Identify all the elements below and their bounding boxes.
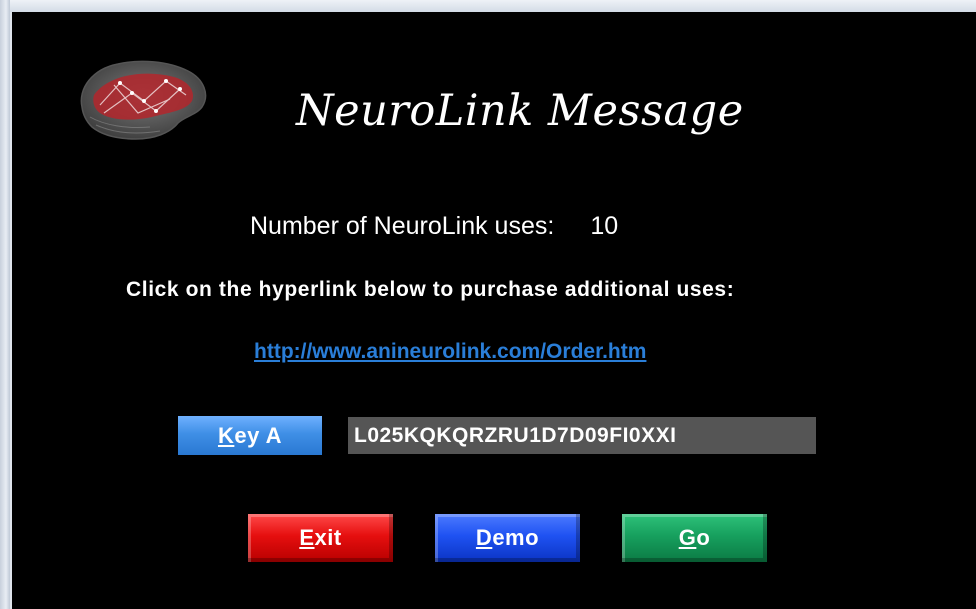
uses-label: Number of NeuroLink uses: <box>250 212 555 240</box>
go-hotkey: G <box>678 525 697 550</box>
key-a-field[interactable] <box>348 417 816 454</box>
uses-count-row: Number of NeuroLink uses: 10 <box>250 212 618 241</box>
neurolink-message-dialog: NeuroLink Message Number of NeuroLink us… <box>12 12 976 609</box>
brain-icon <box>80 60 207 140</box>
key-a-hotkey: K <box>217 423 235 448</box>
key-a-button[interactable]: Key A <box>178 416 322 455</box>
exit-button[interactable]: Exit <box>248 514 393 562</box>
window-top-border <box>0 0 976 12</box>
dialog-title: NeuroLink Message <box>296 86 744 136</box>
exit-label: xit <box>314 525 342 550</box>
go-label: o <box>696 525 711 550</box>
key-a-label: ey A <box>234 423 283 448</box>
demo-label: emo <box>492 525 540 550</box>
demo-hotkey: D <box>475 525 493 550</box>
window-frame: NeuroLink Message Number of NeuroLink us… <box>0 0 976 609</box>
purchase-instruction: Click on the hyperlink below to purchase… <box>126 278 735 301</box>
window-left-border <box>0 0 10 609</box>
uses-value: 10 <box>590 212 619 240</box>
order-hyperlink[interactable]: http://www.anineurolink.com/Order.htm <box>254 340 646 364</box>
demo-button[interactable]: Demo <box>435 514 580 562</box>
go-button[interactable]: Go <box>622 514 767 562</box>
exit-hotkey: E <box>299 525 315 550</box>
